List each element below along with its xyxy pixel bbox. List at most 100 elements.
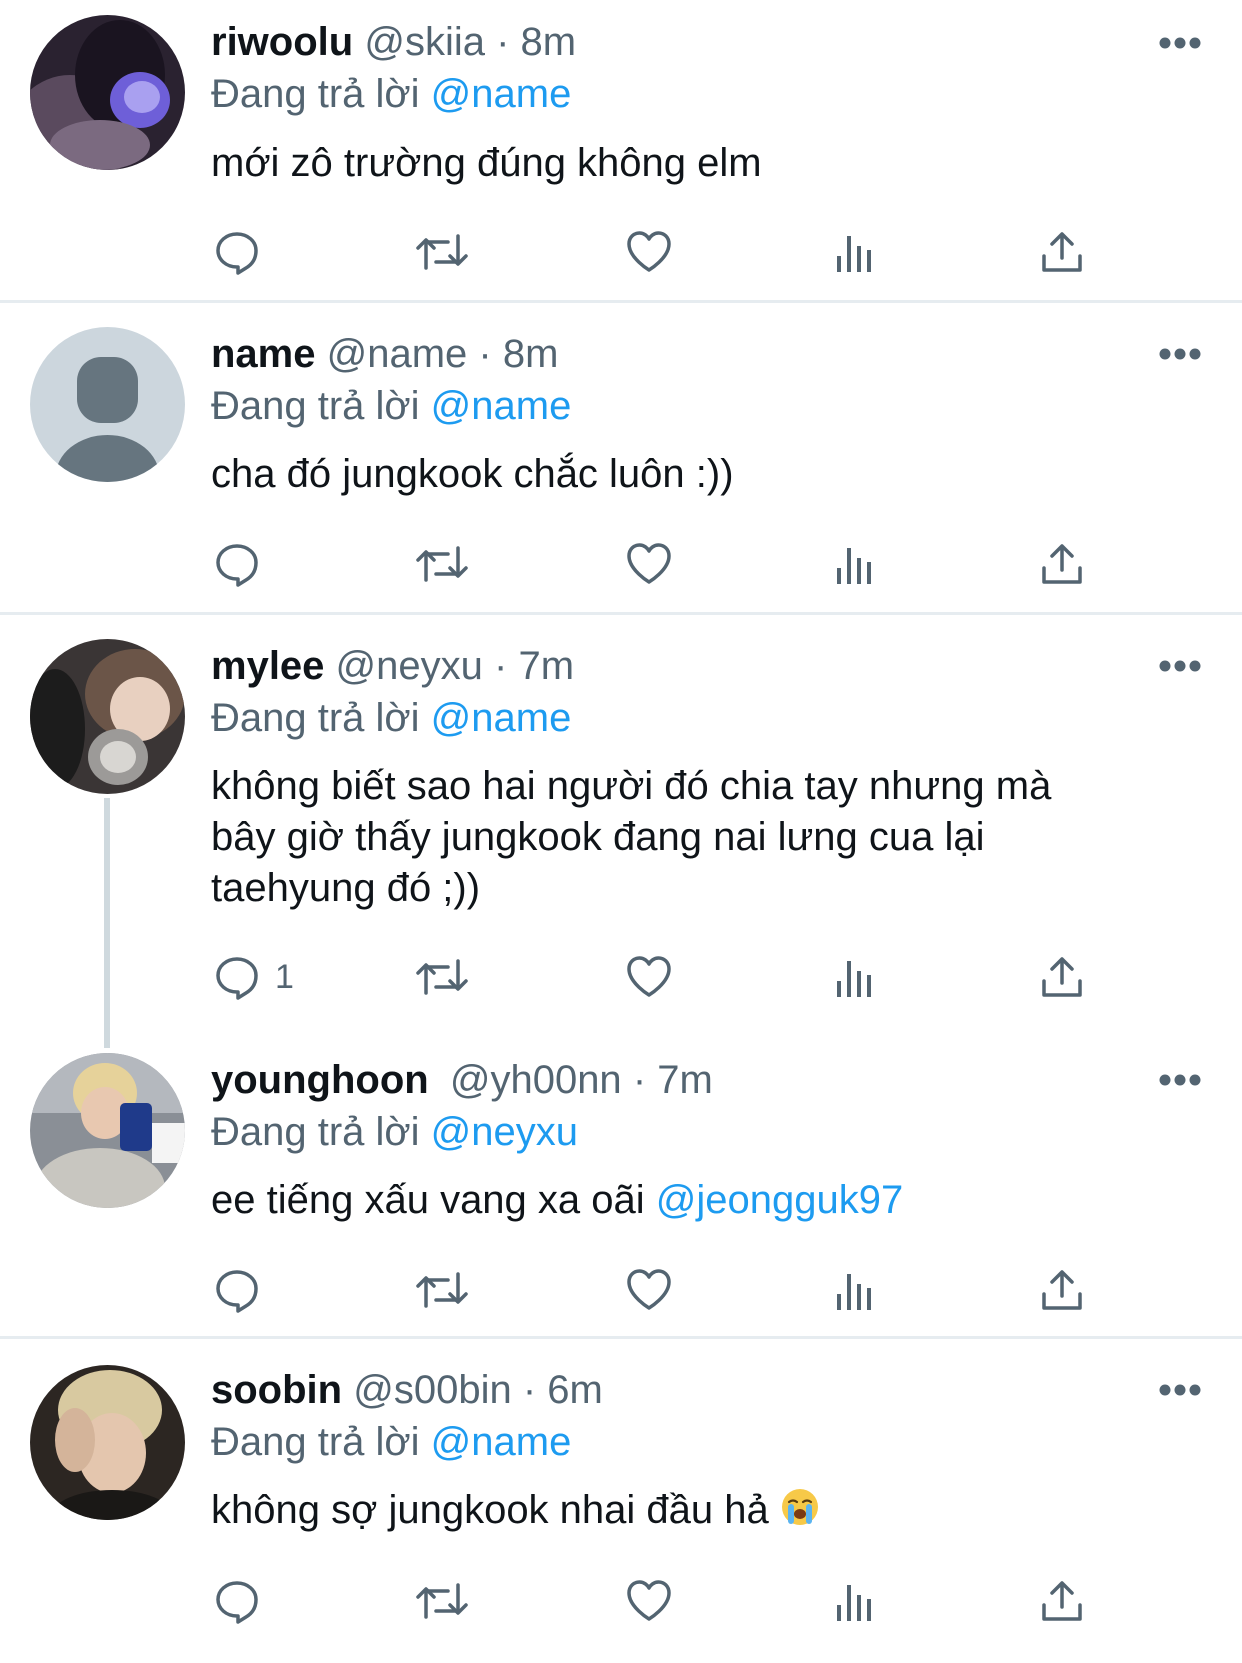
mention-link[interactable]: @name: [431, 72, 572, 116]
tweet-header: name @name · 8m: [211, 328, 558, 380]
tweet-header: soobin @s00bin · 6m: [211, 1364, 603, 1416]
mention-link[interactable]: @name: [431, 384, 572, 428]
reply-icon: [216, 544, 258, 587]
action-bar: [0, 534, 1242, 594]
more-button[interactable]: [1158, 347, 1202, 361]
action-bar: [0, 1260, 1242, 1320]
retweet-button[interactable]: [414, 222, 470, 282]
timestamp[interactable]: · 6m: [523, 1368, 603, 1412]
like-button[interactable]: [625, 534, 673, 594]
like-button[interactable]: [625, 947, 673, 1007]
action-bar: 1: [0, 947, 1242, 1007]
reply-button[interactable]: 1: [213, 947, 294, 1007]
avatar[interactable]: [30, 327, 185, 482]
more-icon: [1159, 348, 1201, 360]
views-button[interactable]: [835, 1571, 875, 1631]
user-handle[interactable]: @name: [327, 332, 468, 376]
display-name[interactable]: riwoolu: [211, 20, 353, 64]
retweet-button[interactable]: [414, 947, 470, 1007]
reply-button[interactable]: [213, 1260, 261, 1320]
user-handle[interactable]: @yh00nn: [450, 1058, 622, 1102]
share-icon: [1042, 957, 1082, 997]
share-button[interactable]: [1040, 534, 1084, 594]
default-person-icon: [30, 327, 185, 482]
views-button[interactable]: [835, 222, 875, 282]
like-icon: [627, 543, 671, 584]
replying-to: Đang trả lời @name: [211, 1416, 571, 1468]
more-button[interactable]: [1158, 659, 1202, 673]
views-icon: [837, 1585, 871, 1621]
share-icon: [1042, 544, 1082, 584]
action-bar: [0, 222, 1242, 282]
display-name[interactable]: name: [211, 332, 316, 376]
timestamp[interactable]: · 7m: [633, 1058, 713, 1102]
tweet-text: mới zô trường đúng không elm: [211, 141, 762, 185]
replying-to: Đang trả lời @name: [211, 68, 571, 120]
reply-button[interactable]: [213, 1571, 261, 1631]
tweet-text-line: bây giờ thấy jungkook đang nai lưng cua …: [211, 815, 985, 859]
retweet-icon: [416, 959, 468, 995]
user-handle[interactable]: @skiia: [364, 20, 485, 64]
replying-to: Đang trả lời @name: [211, 380, 571, 432]
timestamp[interactable]: · 8m: [496, 20, 576, 64]
avatar[interactable]: [30, 15, 185, 170]
retweet-button[interactable]: [414, 1260, 470, 1320]
replying-to: Đang trả lời @name: [211, 692, 571, 744]
mention-link[interactable]: @name: [431, 696, 572, 740]
more-button[interactable]: [1158, 36, 1202, 50]
like-button[interactable]: [625, 1571, 673, 1631]
mention-link[interactable]: @name: [431, 1420, 572, 1464]
tweet-mylee[interactable]: mylee @neyxu · 7m Đang trả lời @name khô…: [0, 615, 1242, 1035]
reply-icon: [216, 232, 258, 275]
tweet-name[interactable]: name @name · 8m Đang trả lời @name cha đ…: [0, 303, 1242, 613]
timestamp[interactable]: · 8m: [478, 332, 558, 376]
tweet-younghoon[interactable]: younghoon @yh00nn · 7m Đang trả lời @ney…: [0, 1035, 1242, 1337]
replying-label: Đang trả lời: [211, 1110, 420, 1154]
views-button[interactable]: [835, 534, 875, 594]
tweet-header: mylee @neyxu · 7m: [211, 640, 574, 692]
retweet-button[interactable]: [414, 1571, 470, 1631]
tweet-text: cha đó jungkook chắc luôn :)): [211, 452, 734, 496]
tweet-text-body: ee tiếng xấu vang xa oãi: [211, 1178, 656, 1222]
views-icon: [837, 548, 871, 584]
replying-label: Đang trả lời: [211, 384, 420, 428]
more-button[interactable]: [1158, 1383, 1202, 1397]
timestamp[interactable]: · 7m: [494, 644, 574, 688]
avatar[interactable]: [30, 639, 185, 794]
mention-link[interactable]: @jeongguk97: [656, 1178, 903, 1222]
share-button[interactable]: [1040, 1571, 1084, 1631]
tweet-text-body: không sợ jungkook nhai đầu hả: [211, 1488, 780, 1532]
share-button[interactable]: [1040, 947, 1084, 1007]
retweet-icon: [416, 1272, 468, 1308]
display-name[interactable]: soobin: [211, 1368, 342, 1412]
tweet-header: riwoolu @skiia · 8m: [211, 16, 576, 68]
mention-link[interactable]: @neyxu: [431, 1110, 578, 1154]
user-handle[interactable]: @s00bin: [353, 1368, 511, 1412]
reply-button[interactable]: [213, 534, 261, 594]
display-name[interactable]: mylee: [211, 644, 324, 688]
views-button[interactable]: [835, 1260, 875, 1320]
tweet-soobin[interactable]: soobin @s00bin · 6m Đang trả lời @name k…: [0, 1339, 1242, 1663]
like-button[interactable]: [625, 222, 673, 282]
retweet-button[interactable]: [414, 534, 470, 594]
views-icon: [837, 961, 871, 997]
like-button[interactable]: [625, 1260, 673, 1320]
tweet-riwoolu[interactable]: riwoolu @skiia · 8m Đang trả lời @name m…: [0, 0, 1242, 302]
share-button[interactable]: [1040, 222, 1084, 282]
tweet-text: không biết sao hai người đó chia tay như…: [211, 761, 1211, 914]
reply-button[interactable]: [213, 222, 261, 282]
like-icon: [627, 231, 671, 272]
tweet-text: ee tiếng xấu vang xa oãi @jeongguk97: [211, 1175, 1211, 1226]
reply-count: 1: [275, 957, 294, 996]
more-button[interactable]: [1158, 1073, 1202, 1087]
tweet-text-line: taehyung đó ;)): [211, 866, 481, 910]
share-icon: [1042, 1270, 1082, 1310]
avatar[interactable]: [30, 1365, 185, 1520]
replying-to: Đang trả lời @neyxu: [211, 1106, 578, 1158]
avatar[interactable]: [30, 1053, 185, 1208]
share-button[interactable]: [1040, 1260, 1084, 1320]
views-button[interactable]: [835, 947, 875, 1007]
user-handle[interactable]: @neyxu: [336, 644, 483, 688]
reply-icon: [216, 1270, 258, 1313]
display-name[interactable]: younghoon: [211, 1058, 429, 1102]
